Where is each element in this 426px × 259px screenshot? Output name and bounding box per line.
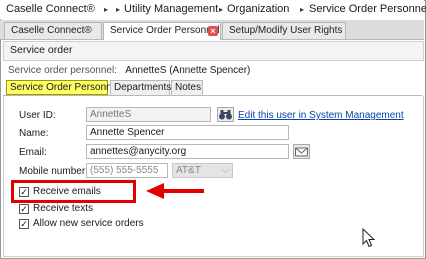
tab-service-order-personnel-inner[interactable]: Service Order Personnel (6, 80, 120, 95)
breadcrumb-separator: ▸ (116, 5, 121, 14)
breadcrumb: Caselle Connect® ▸ ▸ Utility Management … (0, 0, 426, 19)
inner-tab-strip: Service Order Personnel Departments Note… (3, 80, 422, 96)
personnel-label: Service order personnel: (8, 65, 117, 76)
tab-label: Setup/Modify User Rights (229, 25, 343, 36)
breadcrumb-separator: ▸ (300, 5, 305, 14)
name-label: Name: (19, 128, 49, 139)
service-order-label[interactable]: Service order (10, 44, 72, 56)
envelope-icon (295, 147, 308, 157)
tab-service-order-personnel[interactable]: Service Order Personnel × (103, 22, 221, 40)
service-order-toolbar: Service order (3, 41, 424, 61)
breadcrumb-separator: ▸ (104, 5, 109, 14)
email-send-button[interactable] (293, 144, 310, 159)
personnel-value: AnnetteS (Annette Spencer) (125, 65, 251, 76)
receive-texts-label: Receive texts (33, 203, 94, 214)
allow-new-service-orders-checkbox[interactable]: ✓ (19, 219, 29, 229)
tab-caselle-connect[interactable]: Caselle Connect® (4, 22, 102, 39)
user-id-label: User ID: (19, 110, 56, 121)
binoculars-button[interactable] (217, 107, 234, 122)
close-icon[interactable]: × (208, 26, 218, 36)
breadcrumb-organization[interactable]: Organization (227, 3, 289, 15)
tab-label: Departments (114, 82, 172, 93)
breadcrumb-utility-management[interactable]: Utility Management (124, 3, 218, 15)
tab-notes[interactable]: Notes (171, 80, 203, 95)
name-field[interactable]: Annette Spencer (86, 125, 289, 140)
tab-label: Notes (175, 82, 202, 93)
mouse-cursor-icon (362, 228, 376, 248)
carrier-value: AT&T (176, 165, 201, 176)
breadcrumb-separator: ▸ (219, 5, 224, 14)
user-id-field[interactable]: AnnetteS (86, 107, 211, 122)
mobile-number-label: Mobile number: (19, 166, 88, 177)
email-label: Email: (19, 147, 47, 158)
receive-texts-checkbox[interactable]: ✓ (19, 204, 29, 214)
chevron-down-icon: ⌵ (222, 165, 229, 175)
breadcrumb-caselle-connect[interactable]: Caselle Connect® (6, 3, 95, 15)
tab-label: Caselle Connect® (11, 25, 92, 36)
carrier-select[interactable]: AT&T ⌵ (172, 163, 233, 178)
tab-departments[interactable]: Departments (110, 80, 172, 95)
email-field[interactable]: annettes@anycity.org (86, 144, 289, 159)
document-tab-bar: Caselle Connect® Service Order Personnel… (0, 20, 424, 40)
arrow-left-icon (146, 183, 204, 199)
breadcrumb-service-order-personnel: Service Order Personnel (309, 3, 426, 15)
edit-user-link[interactable]: Edit this user in System Management (238, 110, 404, 121)
mobile-number-field[interactable]: (555) 555-5555 (86, 163, 168, 178)
binoculars-icon (219, 110, 232, 120)
highlight-box (11, 180, 136, 203)
tab-setup-modify-user-rights[interactable]: Setup/Modify User Rights (222, 22, 346, 39)
tab-label: Service Order Personnel (10, 82, 120, 93)
allow-new-service-orders-label: Allow new service orders (33, 218, 144, 229)
personnel-summary: Service order personnel: AnnetteS (Annet… (8, 65, 250, 76)
tab-label: Service Order Personnel (110, 25, 220, 36)
